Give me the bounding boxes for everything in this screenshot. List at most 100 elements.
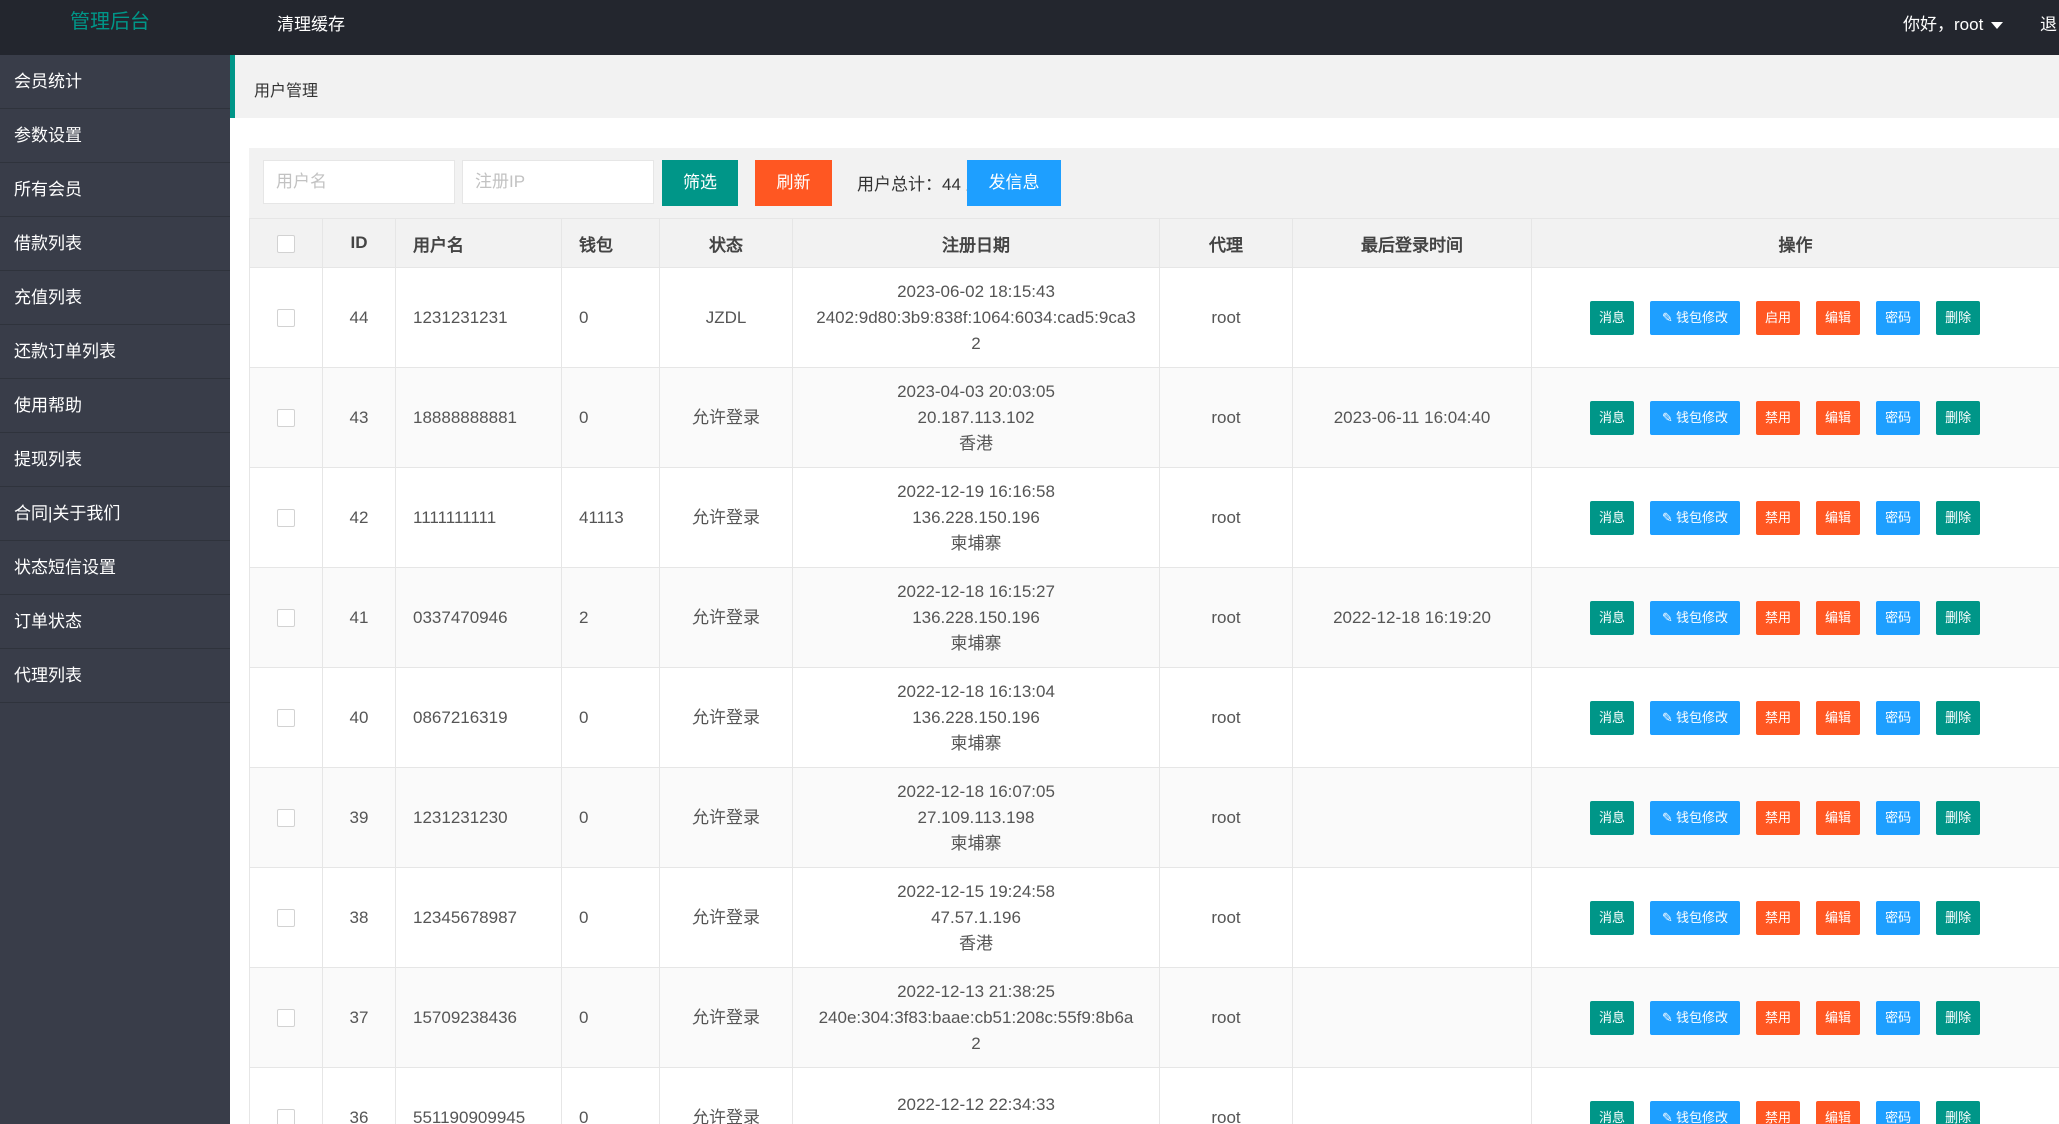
filter-button[interactable]: 筛选	[662, 160, 738, 206]
toggle-status-button[interactable]: 禁用	[1756, 1000, 1801, 1035]
wallet-edit-button[interactable]: ✎ 钱包修改	[1650, 700, 1741, 735]
toggle-status-button[interactable]: 禁用	[1756, 400, 1801, 435]
row-checkbox[interactable]	[277, 609, 295, 628]
row-checkbox[interactable]	[277, 709, 295, 728]
edit-button[interactable]: 编辑	[1816, 300, 1861, 335]
password-button[interactable]: 密码	[1876, 600, 1921, 635]
sidebar-item[interactable]: 所有会员	[0, 163, 230, 217]
refresh-button[interactable]: 刷新	[755, 160, 832, 206]
cell-actions: 消息 ✎ 钱包修改 禁用 编辑 密码 删除	[1531, 467, 2059, 568]
reg-ip: 2402:9d80:3b9:838f:1064:6034:cad5:9ca3	[816, 307, 1136, 327]
toggle-status-button[interactable]: 禁用	[1756, 600, 1801, 635]
sidebar-item[interactable]: 借款列表	[0, 217, 230, 271]
edit-button[interactable]: 编辑	[1816, 1100, 1861, 1124]
edit-button[interactable]: 编辑	[1816, 500, 1861, 535]
delete-button[interactable]: 删除	[1936, 1100, 1981, 1124]
logout-link[interactable]: 退	[2040, 10, 2057, 35]
sidebar: 会员统计 参数设置 所有会员 借款列表 充值列表 还款订单列表 使用帮助 提现列表 合同|关于我…	[0, 55, 230, 1124]
message-button[interactable]: 消息	[1590, 500, 1635, 535]
toggle-status-button[interactable]: 禁用	[1756, 500, 1801, 535]
message-button[interactable]: 消息	[1590, 900, 1635, 935]
cell-last-login	[1292, 467, 1532, 568]
password-button[interactable]: 密码	[1876, 700, 1921, 735]
wallet-edit-button[interactable]: ✎ 钱包修改	[1650, 400, 1741, 435]
wallet-edit-button[interactable]: ✎ 钱包修改	[1650, 300, 1741, 335]
edit-button[interactable]: 编辑	[1816, 700, 1861, 735]
toggle-status-button[interactable]: 禁用	[1756, 1100, 1801, 1124]
wallet-edit-button[interactable]: ✎ 钱包修改	[1650, 1100, 1741, 1124]
sidebar-item[interactable]: 还款订单列表	[0, 325, 230, 379]
sidebar-item[interactable]: 参数设置	[0, 109, 230, 163]
wallet-edit-button[interactable]: ✎ 钱包修改	[1650, 1000, 1741, 1035]
message-button[interactable]: 消息	[1590, 300, 1635, 335]
message-button[interactable]: 消息	[1590, 800, 1635, 835]
wallet-edit-button[interactable]: ✎ 钱包修改	[1650, 500, 1741, 535]
cell-agent: root	[1159, 767, 1293, 868]
message-button[interactable]: 消息	[1590, 600, 1635, 635]
clear-cache-link[interactable]: 清理缓存	[277, 10, 345, 35]
edit-button[interactable]: 编辑	[1816, 400, 1861, 435]
row-checkbox[interactable]	[277, 309, 295, 328]
edit-button[interactable]: 编辑	[1816, 600, 1861, 635]
breadcrumb: 用户管理	[230, 55, 2059, 118]
user-menu[interactable]: 你好，root	[1903, 10, 2004, 35]
password-button[interactable]: 密码	[1876, 900, 1921, 935]
toggle-status-button[interactable]: 禁用	[1756, 700, 1801, 735]
sidebar-item[interactable]: 订单状态	[0, 595, 230, 649]
select-all-checkbox[interactable]	[277, 234, 295, 253]
cell-actions: 消息 ✎ 钱包修改 禁用 编辑 密码 删除	[1531, 1067, 2059, 1124]
delete-button[interactable]: 删除	[1936, 600, 1981, 635]
wallet-edit-button[interactable]: ✎ 钱包修改	[1650, 900, 1741, 935]
row-checkbox[interactable]	[277, 909, 295, 928]
delete-button[interactable]: 删除	[1936, 500, 1981, 535]
toggle-status-button[interactable]: 禁用	[1756, 800, 1801, 835]
username-input[interactable]	[263, 160, 455, 204]
sidebar-item[interactable]: 提现列表	[0, 433, 230, 487]
sidebar-item[interactable]: 会员统计	[0, 55, 230, 109]
password-button[interactable]: 密码	[1876, 300, 1921, 335]
ip-input[interactable]	[462, 160, 654, 204]
sidebar-item[interactable]: 状态短信设置	[0, 541, 230, 595]
sidebar-item[interactable]: 合同|关于我们	[0, 487, 230, 541]
row-checkbox[interactable]	[277, 409, 295, 428]
reg-time: 2023-06-02 18:15:43	[897, 281, 1055, 301]
sidebar-item[interactable]: 代理列表	[0, 649, 230, 703]
edit-button[interactable]: 编辑	[1816, 1000, 1861, 1035]
password-button[interactable]: 密码	[1876, 400, 1921, 435]
row-checkbox[interactable]	[277, 509, 295, 528]
row-checkbox[interactable]	[277, 809, 295, 828]
delete-button[interactable]: 删除	[1936, 300, 1981, 335]
send-message-button[interactable]: 发信息	[967, 160, 1061, 206]
edit-button[interactable]: 编辑	[1816, 900, 1861, 935]
delete-button[interactable]: 删除	[1936, 700, 1981, 735]
row-checkbox[interactable]	[277, 1109, 295, 1124]
password-button[interactable]: 密码	[1876, 800, 1921, 835]
message-button[interactable]: 消息	[1590, 1100, 1635, 1124]
delete-button[interactable]: 删除	[1936, 400, 1981, 435]
wallet-edit-button[interactable]: ✎ 钱包修改	[1650, 800, 1741, 835]
password-button[interactable]: 密码	[1876, 500, 1921, 535]
toggle-status-button[interactable]: 禁用	[1756, 900, 1801, 935]
message-button[interactable]: 消息	[1590, 400, 1635, 435]
select-all-cell	[249, 218, 323, 268]
delete-button[interactable]: 删除	[1936, 800, 1981, 835]
cell-status: 允许登录	[659, 1067, 793, 1124]
row-select-cell	[249, 367, 323, 468]
toggle-status-button[interactable]: 启用	[1756, 300, 1801, 335]
delete-button[interactable]: 删除	[1936, 1000, 1981, 1035]
row-checkbox[interactable]	[277, 1009, 295, 1028]
edit-button[interactable]: 编辑	[1816, 800, 1861, 835]
message-button[interactable]: 消息	[1590, 1000, 1635, 1035]
password-button[interactable]: 密码	[1876, 1000, 1921, 1035]
table-row: 40 0867216319 0 允许登录 2022-12-18 16:13:04 136.…	[249, 667, 2059, 768]
caret-down-icon	[1991, 22, 2004, 30]
message-button[interactable]: 消息	[1590, 700, 1635, 735]
cell-wallet: 0	[561, 667, 660, 768]
cell-agent: root	[1159, 467, 1293, 568]
header-actions: 操作	[1531, 218, 2059, 268]
wallet-edit-button[interactable]: ✎ 钱包修改	[1650, 600, 1741, 635]
delete-button[interactable]: 删除	[1936, 900, 1981, 935]
sidebar-item[interactable]: 充值列表	[0, 271, 230, 325]
sidebar-item[interactable]: 使用帮助	[0, 379, 230, 433]
password-button[interactable]: 密码	[1876, 1100, 1921, 1124]
